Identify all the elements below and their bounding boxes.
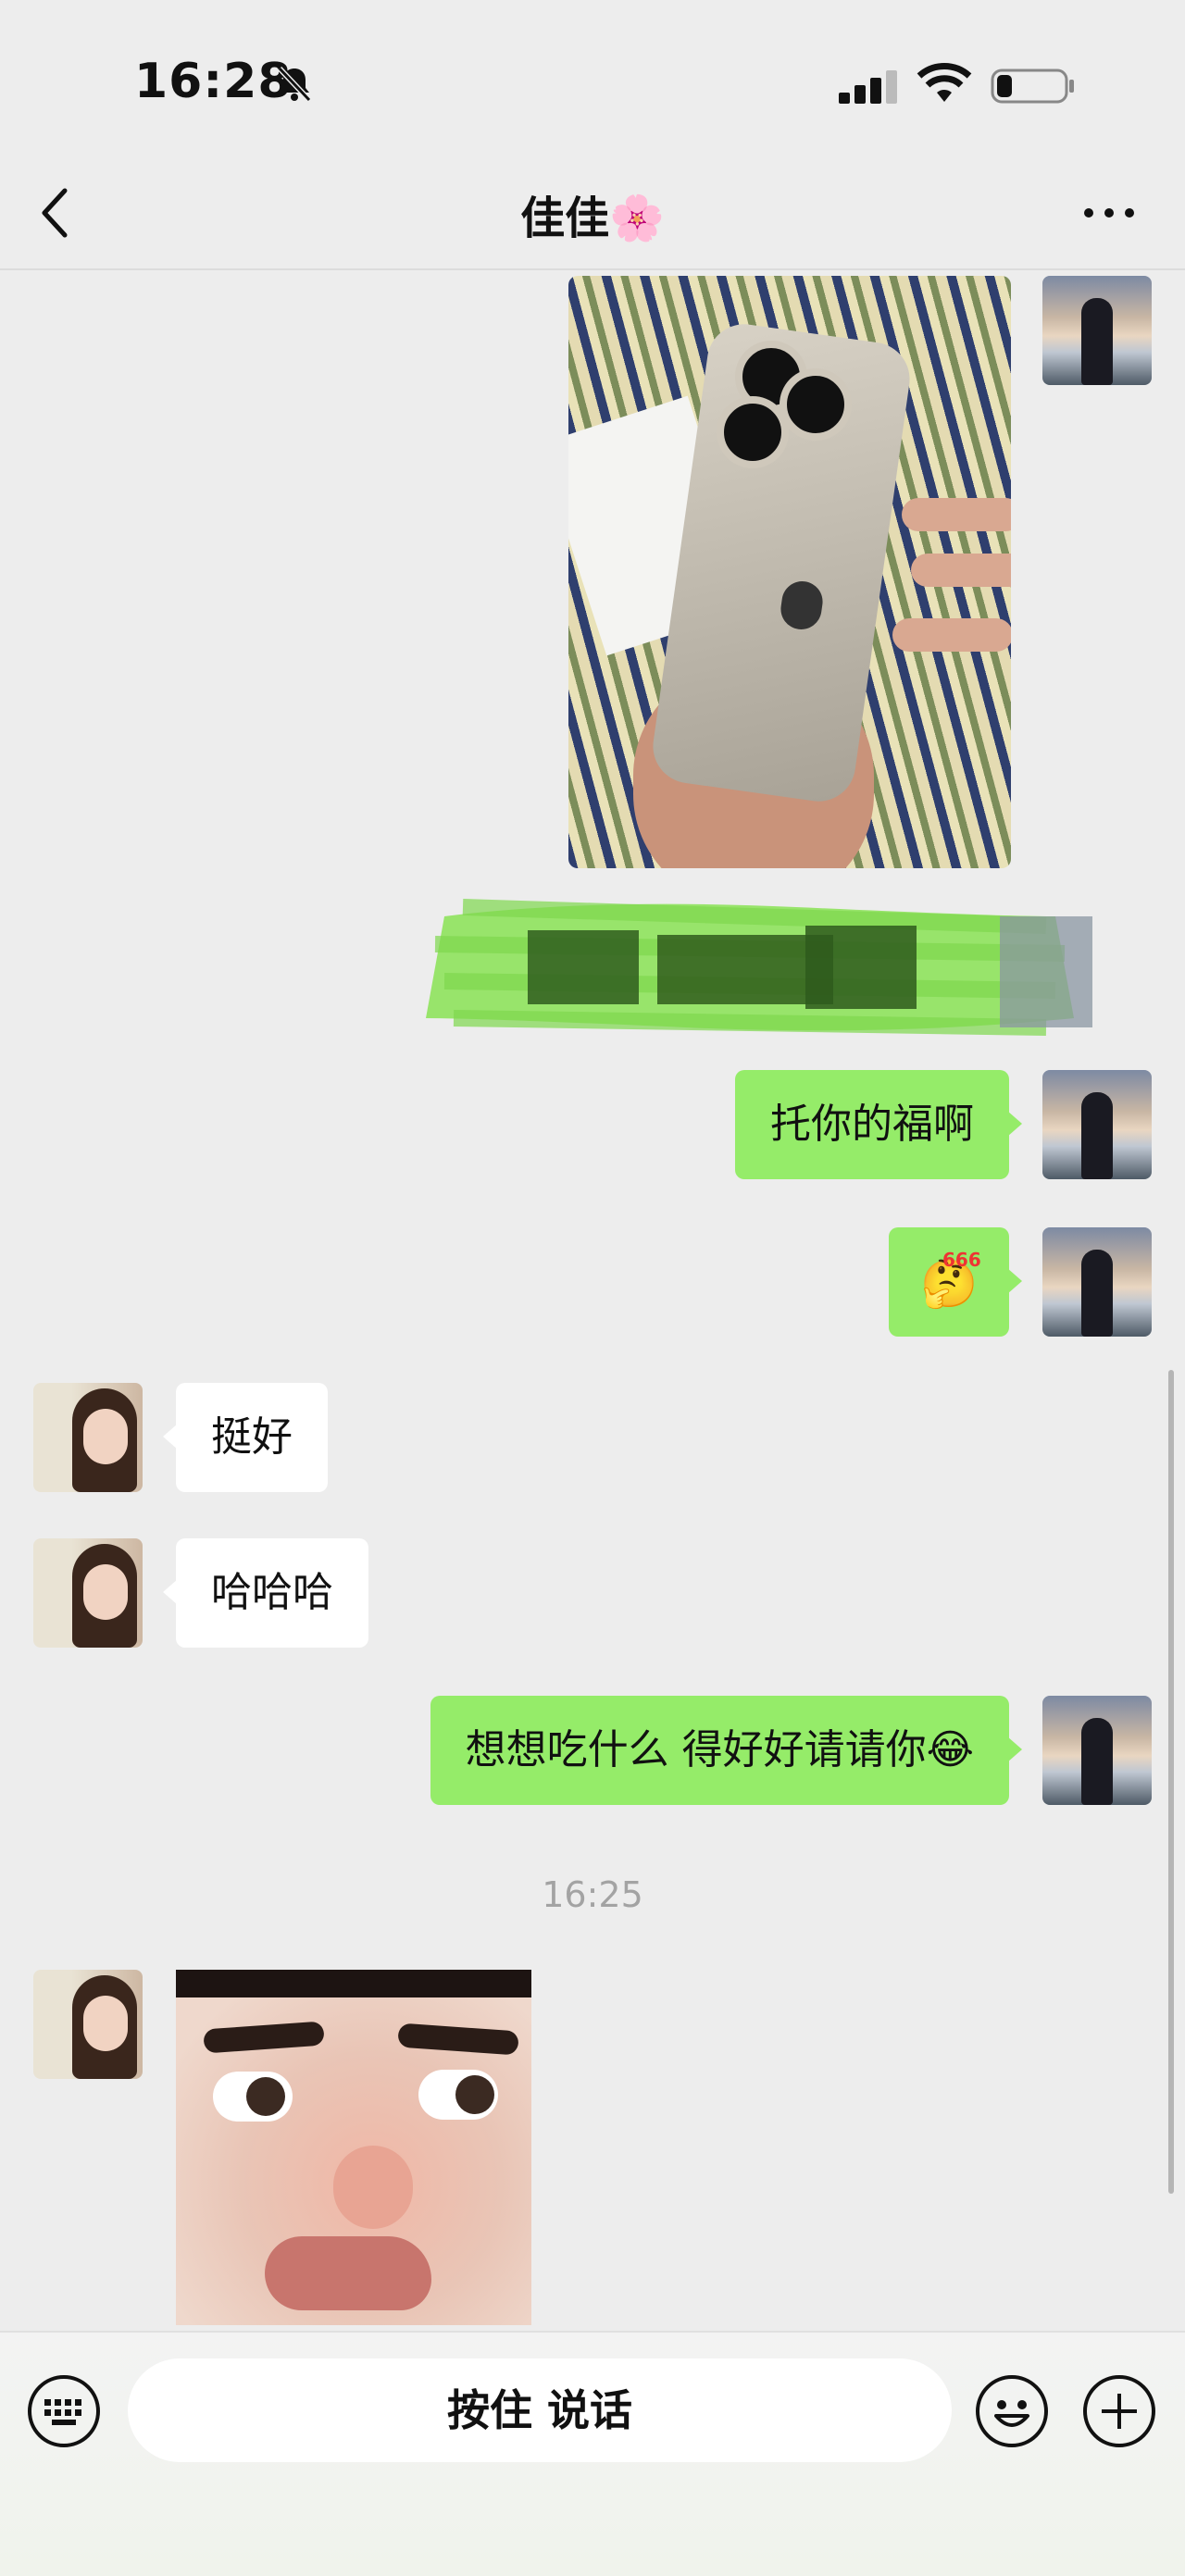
message-text: 哈哈哈 bbox=[211, 1569, 333, 1616]
hold-to-talk-button[interactable]: 按住 说话 bbox=[128, 2358, 952, 2462]
my-avatar[interactable] bbox=[1042, 1070, 1152, 1179]
received-sticker-message[interactable] bbox=[176, 1970, 531, 2325]
contact-avatar[interactable] bbox=[33, 1970, 143, 2079]
input-bar: 按住 说话 bbox=[0, 2331, 1185, 2576]
emoji-icon[interactable] bbox=[976, 2375, 1048, 2447]
message-text: 想想吃什么 得好好请请你😂 bbox=[465, 1726, 974, 1773]
my-avatar[interactable] bbox=[1042, 1227, 1152, 1337]
received-message-bubble[interactable]: 哈哈哈 bbox=[163, 1538, 368, 1648]
contact-avatar[interactable] bbox=[33, 1538, 143, 1648]
battery-icon bbox=[991, 65, 1076, 107]
message-timestamp: 16:25 bbox=[542, 1874, 643, 1915]
sent-message-bubble[interactable]: 想想吃什么 得好好请请你😂 bbox=[430, 1696, 1023, 1805]
my-avatar[interactable] bbox=[1042, 276, 1152, 385]
status-time: 16:28 bbox=[134, 54, 293, 109]
chat-scrollbar[interactable] bbox=[1168, 1370, 1174, 2194]
sent-emoji-bubble[interactable]: 🤔 666 bbox=[889, 1227, 1022, 1337]
chat-title: 佳佳🌸 bbox=[520, 193, 665, 244]
contact-avatar[interactable] bbox=[33, 1383, 143, 1492]
redacted-message bbox=[407, 879, 1092, 1055]
more-icon[interactable] bbox=[1081, 202, 1137, 224]
received-message-bubble[interactable]: 挺好 bbox=[163, 1383, 328, 1492]
sent-message-bubble[interactable]: 托你的福啊 bbox=[735, 1070, 1022, 1179]
sent-photo-message[interactable] bbox=[568, 276, 1011, 868]
muted-bell-icon bbox=[274, 63, 315, 104]
plus-icon[interactable] bbox=[1083, 2375, 1155, 2447]
signal-icon bbox=[839, 67, 900, 109]
status-bar: 16:28 bbox=[0, 0, 1185, 157]
message-text: 托你的福啊 bbox=[770, 1101, 974, 1148]
my-avatar[interactable] bbox=[1042, 1696, 1152, 1805]
keyboard-icon[interactable] bbox=[28, 2375, 100, 2447]
chat-header: 佳佳🌸 bbox=[0, 157, 1185, 270]
wifi-icon bbox=[917, 61, 972, 107]
message-text: 挺好 bbox=[211, 1413, 293, 1461]
emoji-666-label: 666 bbox=[942, 1249, 981, 1271]
